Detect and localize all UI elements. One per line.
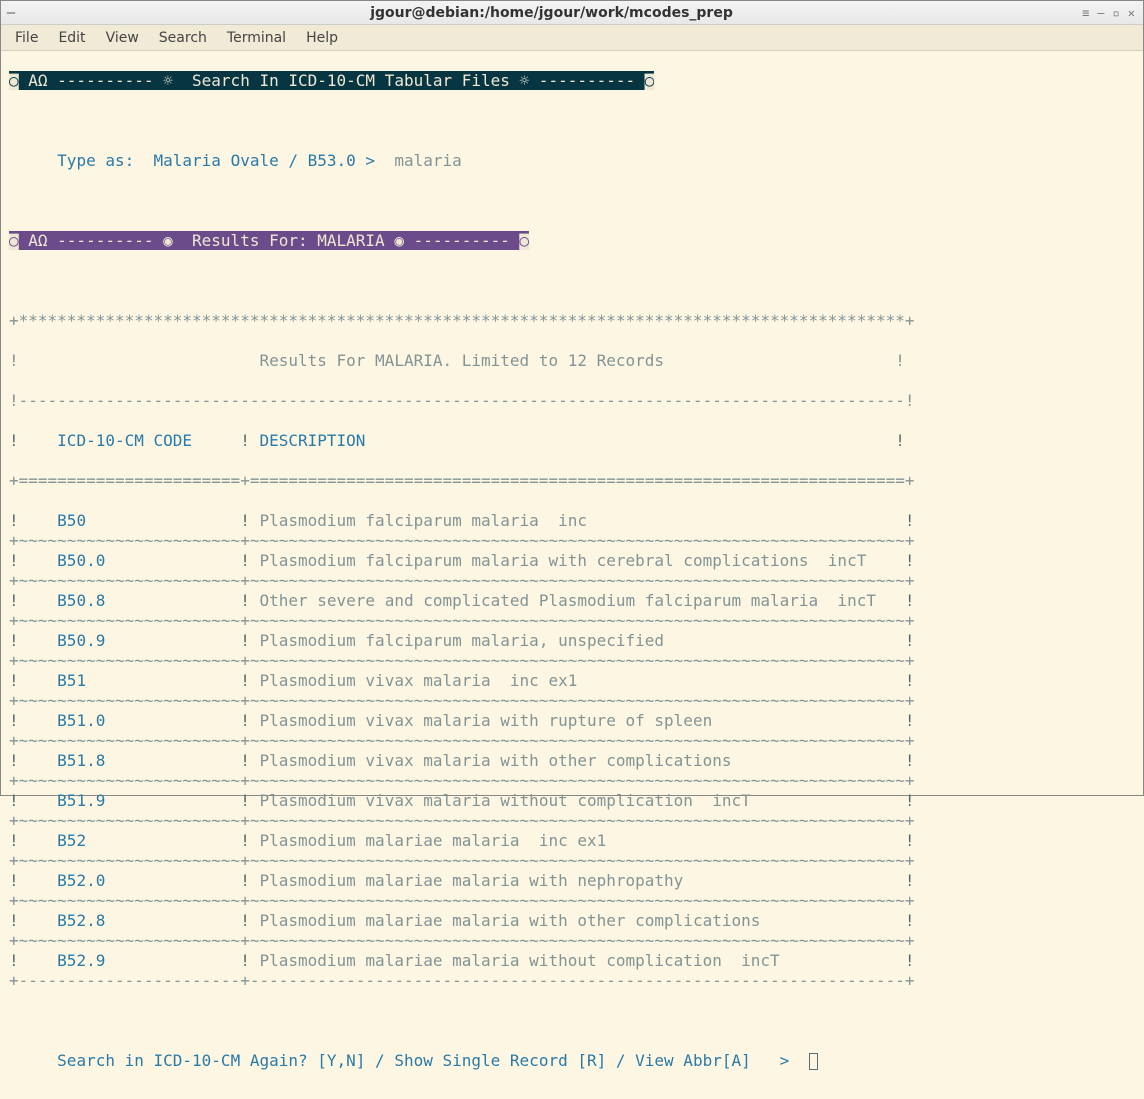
menu-terminal[interactable]: Terminal	[227, 30, 286, 46]
row-separator: +~~~~~~~~~~~~~~~~~~~~~~~+~~~~~~~~~~~~~~~…	[9, 571, 1135, 591]
table-row: ! B50 ! Plasmodium falciparum malaria in…	[9, 511, 1135, 531]
menu-edit[interactable]: Edit	[58, 30, 85, 46]
menu-view[interactable]: View	[106, 30, 139, 46]
code-cell: B52.0	[57, 871, 230, 890]
desc-cell: Plasmodium falciparum malaria, unspecifi…	[250, 631, 905, 650]
cursor-icon	[809, 1053, 818, 1070]
row-separator: +~~~~~~~~~~~~~~~~~~~~~~~+~~~~~~~~~~~~~~~…	[9, 531, 1135, 551]
window-title: jgour@debian:/home/jgour/work/mcodes_pre…	[21, 5, 1082, 21]
code-cell: B50.0	[57, 551, 230, 570]
desc-cell: Plasmodium malariae malaria with nephrop…	[250, 871, 905, 890]
table-title-row: ! Results For MALARIA. Limited to 12 Rec…	[9, 351, 1135, 371]
maximize-icon[interactable]: ▫	[1113, 6, 1120, 20]
code-cell: B51.0	[57, 711, 230, 730]
row-separator: +~~~~~~~~~~~~~~~~~~~~~~~+~~~~~~~~~~~~~~~…	[9, 611, 1135, 631]
desc-cell: Plasmodium vivax malaria with other comp…	[250, 751, 905, 770]
menu-file[interactable]: File	[15, 30, 38, 46]
border-top: +***************************************…	[9, 311, 1135, 331]
code-cell: B51.8	[57, 751, 230, 770]
results-header-bar: ◙ ΑΩ ---------- ◉ Results For: MALARIA ◉…	[9, 231, 529, 250]
table-row: ! B52.8 ! Plasmodium malariae malaria wi…	[9, 911, 1135, 931]
row-separator: +-----------------------+---------------…	[9, 971, 1135, 991]
code-cell: B52.8	[57, 911, 230, 930]
border-dash-1: !---------------------------------------…	[9, 391, 1135, 411]
row-separator: +~~~~~~~~~~~~~~~~~~~~~~~+~~~~~~~~~~~~~~~…	[9, 851, 1135, 871]
table-row: ! B52 ! Plasmodium malariae malaria inc …	[9, 831, 1135, 851]
desc-cell: Plasmodium falciparum malaria with cereb…	[250, 551, 905, 570]
code-cell: B50.8	[57, 591, 230, 610]
shade-icon[interactable]: ≡	[1082, 6, 1089, 20]
table-row: ! B51.0 ! Plasmodium vivax malaria with …	[9, 711, 1135, 731]
code-cell: B50	[57, 511, 230, 530]
minimize-left-icon[interactable]: –	[1, 5, 21, 21]
minimize-icon[interactable]: —	[1097, 6, 1104, 20]
close-icon[interactable]: ✕	[1128, 6, 1135, 20]
desc-cell: Plasmodium falciparum malaria inc	[250, 511, 905, 530]
row-separator: +~~~~~~~~~~~~~~~~~~~~~~~+~~~~~~~~~~~~~~~…	[9, 891, 1135, 911]
table-row: ! B51.8 ! Plasmodium vivax malaria with …	[9, 751, 1135, 771]
terminal-output[interactable]: ◙ ΑΩ ---------- ☼ Search In ICD-10-CM Ta…	[1, 51, 1143, 1099]
table-row: ! B52.9 ! Plasmodium malariae malaria wi…	[9, 951, 1135, 971]
row-separator: +~~~~~~~~~~~~~~~~~~~~~~~+~~~~~~~~~~~~~~~…	[9, 811, 1135, 831]
desc-cell: Plasmodium vivax malaria with rupture of…	[250, 711, 905, 730]
menu-search[interactable]: Search	[159, 30, 207, 46]
row-separator: +~~~~~~~~~~~~~~~~~~~~~~~+~~~~~~~~~~~~~~~…	[9, 691, 1135, 711]
row-separator: +~~~~~~~~~~~~~~~~~~~~~~~+~~~~~~~~~~~~~~~…	[9, 731, 1135, 751]
row-separator: +~~~~~~~~~~~~~~~~~~~~~~~+~~~~~~~~~~~~~~~…	[9, 651, 1135, 671]
table-row: ! B50.8 ! Other severe and complicated P…	[9, 591, 1135, 611]
table-header-row: ! ICD-10-CM CODE ! DESCRIPTION !	[9, 431, 1135, 451]
table-row: ! B50.0 ! Plasmodium falciparum malaria …	[9, 551, 1135, 571]
row-separator: +~~~~~~~~~~~~~~~~~~~~~~~+~~~~~~~~~~~~~~~…	[9, 931, 1135, 951]
table-row: ! B51.9 ! Plasmodium vivax malaria witho…	[9, 791, 1135, 811]
menu-help[interactable]: Help	[306, 30, 338, 46]
table-row: ! B50.9 ! Plasmodium falciparum malaria,…	[9, 631, 1135, 651]
desc-cell: Plasmodium malariae malaria without comp…	[250, 951, 905, 970]
border-equals: +=======================+===============…	[9, 471, 1135, 491]
search-header-bar: ◙ ΑΩ ---------- ☼ Search In ICD-10-CM Ta…	[9, 71, 654, 90]
desc-cell: Plasmodium malariae malaria inc ex1	[250, 831, 905, 850]
code-cell: B52	[57, 831, 230, 850]
desc-cell: Plasmodium vivax malaria without complic…	[250, 791, 905, 810]
table-row: ! B51 ! Plasmodium vivax malaria inc ex1…	[9, 671, 1135, 691]
window-titlebar: – jgour@debian:/home/jgour/work/mcodes_p…	[1, 1, 1143, 25]
code-cell: B51	[57, 671, 230, 690]
desc-cell: Plasmodium malariae malaria with other c…	[250, 911, 905, 930]
code-cell: B52.9	[57, 951, 230, 970]
footer-prompt[interactable]: Search in ICD-10-CM Again? [Y,N] / Show …	[57, 1051, 789, 1070]
search-input-value[interactable]: malaria	[394, 151, 461, 170]
desc-cell: Plasmodium vivax malaria inc ex1	[250, 671, 905, 690]
prompt-label: Type as: Malaria Ovale / B53.0 >	[57, 151, 375, 170]
row-separator: +~~~~~~~~~~~~~~~~~~~~~~~+~~~~~~~~~~~~~~~…	[9, 771, 1135, 791]
code-cell: B50.9	[57, 631, 230, 650]
table-row: ! B52.0 ! Plasmodium malariae malaria wi…	[9, 871, 1135, 891]
menu-bar: File Edit View Search Terminal Help	[1, 25, 1143, 51]
desc-cell: Other severe and complicated Plasmodium …	[250, 591, 905, 610]
code-cell: B51.9	[57, 791, 230, 810]
